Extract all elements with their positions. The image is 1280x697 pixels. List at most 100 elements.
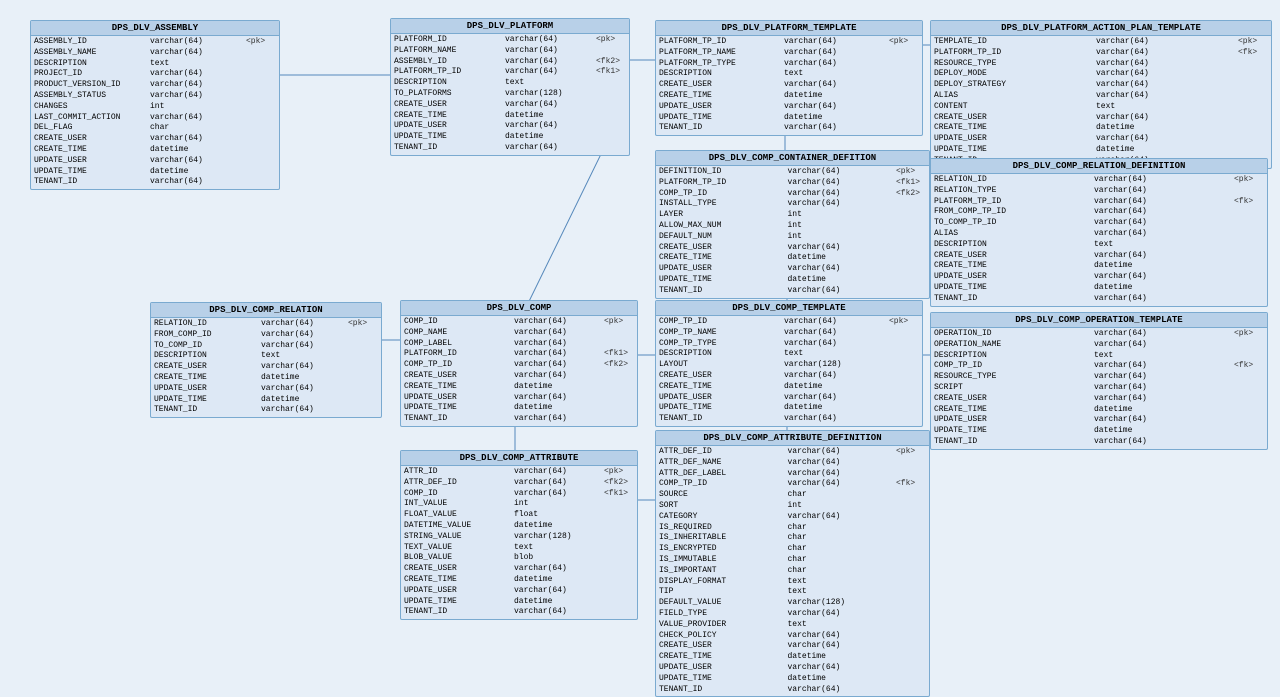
table-row: COMP_TP_IDvarchar(64)<fk2> [659,189,926,200]
table-row: FROM_COMP_TP_IDvarchar(64) [934,207,1264,218]
table-row: ALIASvarchar(64) [934,91,1268,102]
table-row: FIELD_TYPEvarchar(64) [659,609,926,620]
table-row: UPDATE_USERvarchar(64) [934,415,1264,426]
table-row: FROM_COMP_IDvarchar(64) [154,330,378,341]
table-row: PLATFORM_NAMEvarchar(64) [394,46,626,57]
table-row: ASSEMBLY_IDvarchar(64)<fk2> [394,57,626,68]
table-title-comp-attribute: DPS_DLV_COMP_ATTRIBUTE [401,451,637,466]
table-row: DESCRIPTIONtext [934,240,1264,251]
table-row: UPDATE_TIMEdatetime [404,597,634,608]
table-row: IS_ENCRYPTEDchar [659,544,926,555]
table-row: DATETIME_VALUEdatetime [404,521,634,532]
table-row: COMP_LABELvarchar(64) [404,339,634,350]
table-row: ATTR_DEF_NAMEvarchar(64) [659,458,926,469]
table-body-comp-container: DEFINITION_IDvarchar(64)<pk> PLATFORM_TP… [656,166,929,298]
table-row: IS_INHERITABLEchar [659,533,926,544]
table-row: SCRIPTvarchar(64) [934,383,1264,394]
table-row: TO_COMP_IDvarchar(64) [154,341,378,352]
table-row: TENANT_IDvarchar(64) [394,143,626,154]
table-row: CREATE_USERvarchar(64) [154,362,378,373]
table-row: TENANT_IDvarchar(64) [34,177,276,188]
table-row: UPDATE_TIMEdatetime [934,426,1264,437]
table-row: PROJECT_IDvarchar(64) [34,69,276,80]
table-row: CREATE_USERvarchar(64) [404,371,634,382]
table-row: UPDATE_USERvarchar(64) [659,264,926,275]
table-row: DISPLAY_FORMATtext [659,577,926,588]
table-row: UPDATE_USERvarchar(64) [934,272,1264,283]
table-row: CREATE_USERvarchar(64) [659,371,919,382]
table-row: TO_COMP_TP_IDvarchar(64) [934,218,1264,229]
table-row: PLATFORM_TP_IDvarchar(64)<pk> [659,37,919,48]
table-row: RESOURCE_TYPEvarchar(64) [934,372,1264,383]
table-row: LAYERint [659,210,926,221]
table-body-comp-attribute: ATTR_IDvarchar(64)<pk> ATTR_DEF_IDvarcha… [401,466,637,619]
table-row: CREATE_USERvarchar(64) [934,251,1264,262]
table-row: COMP_TP_IDvarchar(64)<fk2> [404,360,634,371]
table-platform-action-plan: DPS_DLV_PLATFORM_ACTION_PLAN_TEMPLATE TE… [930,20,1272,169]
table-row: ASSEMBLY_STATUSvarchar(64) [34,91,276,102]
table-row: COMP_TP_NAMEvarchar(64) [659,328,919,339]
table-row: LAYOUTvarchar(128) [659,360,919,371]
table-row: RELATION_TYPEvarchar(64) [934,186,1264,197]
table-platform: DPS_DLV_PLATFORM PLATFORM_IDvarchar(64)<… [390,18,630,156]
table-row: UPDATE_USERvarchar(64) [394,121,626,132]
table-comp-container: DPS_DLV_COMP_CONTAINER_DEFITION DEFINITI… [655,150,930,299]
table-row: CREATE_USERvarchar(64) [934,113,1268,124]
table-row: PLATFORM_TP_IDvarchar(64)<fk> [934,48,1268,59]
table-row: TIPtext [659,587,926,598]
table-row: UPDATE_USERvarchar(64) [404,393,634,404]
table-row: IS_IMMUTABLEchar [659,555,926,566]
table-comp-relation-definition: DPS_DLV_COMP_RELATION_DEFINITION RELATIO… [930,158,1268,307]
table-body-platform: PLATFORM_IDvarchar(64)<pk> PLATFORM_NAME… [391,34,629,155]
table-row: SOURCEchar [659,490,926,501]
table-row: CATEGORYvarchar(64) [659,512,926,523]
table-row: PLATFORM_IDvarchar(64)<fk1> [404,349,634,360]
table-row: OPERATION_IDvarchar(64)<pk> [934,329,1264,340]
table-row: TENANT_IDvarchar(64) [934,437,1264,448]
table-row: VALUE_PROVIDERtext [659,620,926,631]
table-row: ATTR_DEF_IDvarchar(64)<pk> [659,447,926,458]
table-row: TENANT_IDvarchar(64) [404,414,634,425]
table-row: TENANT_IDvarchar(64) [404,607,634,618]
table-body-comp-relation: RELATION_IDvarchar(64)<pk> FROM_COMP_IDv… [151,318,381,417]
table-row: UPDATE_TIMEdatetime [659,275,926,286]
table-row: DEFAULT_NUMint [659,232,926,243]
table-row: CREATE_USERvarchar(64) [404,564,634,575]
table-title-comp-container: DPS_DLV_COMP_CONTAINER_DEFITION [656,151,929,166]
table-row: UPDATE_USERvarchar(64) [934,134,1268,145]
table-row: INT_VALUEint [404,499,634,510]
table-row: SORTint [659,501,926,512]
table-comp-template: DPS_DLV_COMP_TEMPLATE COMP_TP_IDvarchar(… [655,300,923,427]
table-row: CREATE_TIMEdatetime [659,253,926,264]
table-platform-template: DPS_DLV_PLATFORM_TEMPLATE PLATFORM_TP_ID… [655,20,923,136]
table-row: TENANT_IDvarchar(64) [659,685,926,696]
table-row: TEMPLATE_IDvarchar(64)<pk> [934,37,1268,48]
table-row: UPDATE_USERvarchar(64) [659,102,919,113]
table-row: DEFAULT_VALUEvarchar(128) [659,598,926,609]
table-row: CREATE_TIMEdatetime [934,123,1268,134]
table-row: ALLOW_MAX_NUMint [659,221,926,232]
table-row: DESCRIPTIONtext [34,59,276,70]
table-row: PLATFORM_IDvarchar(64)<pk> [394,35,626,46]
table-row: CREATE_TIMEdatetime [659,652,926,663]
table-title-comp-rel-def: DPS_DLV_COMP_RELATION_DEFINITION [931,159,1267,174]
table-body-comp-rel-def: RELATION_IDvarchar(64)<pk> RELATION_TYPE… [931,174,1267,306]
table-row: COMP_IDvarchar(64)<fk1> [404,489,634,500]
table-body-platform-template: PLATFORM_TP_IDvarchar(64)<pk> PLATFORM_T… [656,36,922,135]
table-row: STRING_VALUEvarchar(128) [404,532,634,543]
table-row: RESOURCE_TYPEvarchar(64) [934,59,1268,70]
table-row: CHECK_POLICYvarchar(64) [659,631,926,642]
table-row: CREATE_USERvarchar(64) [394,100,626,111]
table-row: CREATE_USERvarchar(64) [659,80,919,91]
table-row: UPDATE_TIMEdatetime [394,132,626,143]
table-row: DEL_FLAGchar [34,123,276,134]
table-row: UPDATE_TIMEdatetime [659,403,919,414]
table-row: DESCRIPTIONtext [394,78,626,89]
table-title-comp-relation: DPS_DLV_COMP_RELATION [151,303,381,318]
table-row: FLOAT_VALUEfloat [404,510,634,521]
table-title-comp-operation: DPS_DLV_COMP_OPERATION_TEMPLATE [931,313,1267,328]
table-row: UPDATE_TIMEdatetime [404,403,634,414]
table-comp: DPS_DLV_COMP COMP_IDvarchar(64)<pk> COMP… [400,300,638,427]
table-row: TENANT_IDvarchar(64) [659,286,926,297]
table-row: DEFINITION_IDvarchar(64)<pk> [659,167,926,178]
